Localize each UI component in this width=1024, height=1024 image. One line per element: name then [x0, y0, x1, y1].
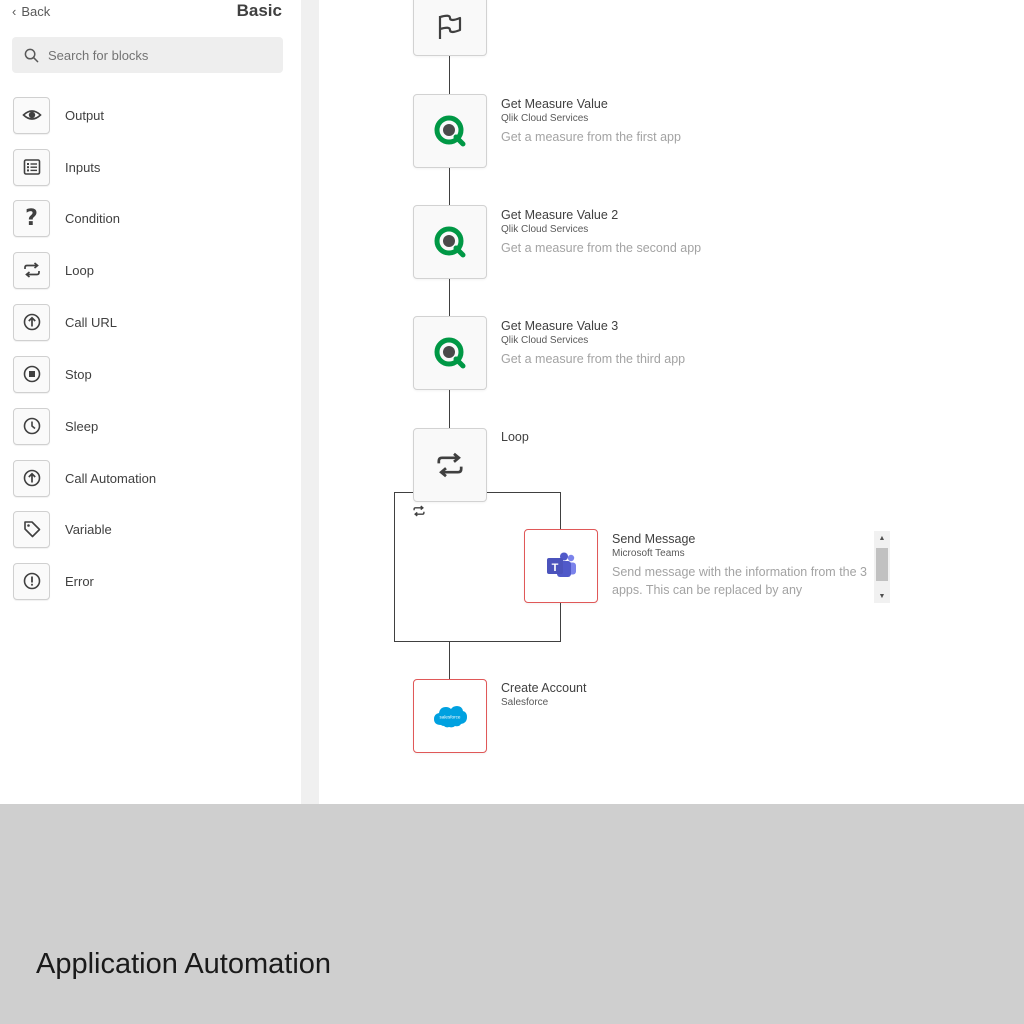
search-icon	[24, 48, 39, 62]
block-item-call-automation[interactable]: Call Automation	[13, 459, 283, 497]
block-item-error[interactable]: Error	[13, 562, 283, 600]
automation-canvas[interactable]: Get Measure Value Qlik Cloud Services Ge…	[319, 0, 1024, 804]
scrollbar-thumb[interactable]	[876, 548, 888, 581]
form-icon	[13, 148, 50, 186]
scroll-down-arrow-icon[interactable]: ▼	[874, 589, 890, 603]
node-info: Send Message Microsoft Teams Send messag…	[612, 531, 872, 599]
loop-icon	[412, 504, 426, 523]
connector-line	[449, 641, 450, 679]
loop-icon	[437, 452, 463, 478]
node-title: Get Measure Value 3	[501, 319, 619, 333]
app-window: ‹ Back Basic Output Inputs	[0, 0, 1024, 804]
node-subtitle: Qlik Cloud Services	[501, 113, 589, 124]
svg-text:T: T	[552, 562, 559, 574]
node-title: Send Message	[612, 532, 696, 546]
block-label: Output	[65, 107, 105, 123]
qlik-icon	[434, 226, 466, 258]
node-subtitle: Qlik Cloud Services	[501, 335, 589, 346]
node-description: Get a measure from the second app	[501, 241, 702, 255]
connector-line	[449, 389, 450, 428]
description-scrollbar[interactable]: ▲ ▼	[874, 531, 890, 603]
qlik-icon	[434, 115, 466, 147]
block-item-variable[interactable]: Variable	[13, 510, 283, 548]
create-account-node[interactable]: salesforce	[413, 679, 487, 753]
node-title: Get Measure Value 2	[501, 208, 619, 222]
node-info: Get Measure Value 3 Qlik Cloud Services …	[501, 318, 685, 368]
node-info: Get Measure Value 2 Qlik Cloud Services …	[501, 207, 701, 257]
node-info: Get Measure Value Qlik Cloud Services Ge…	[501, 96, 681, 146]
back-label: Back	[21, 4, 51, 19]
node-description-line: apps. This can be replaced by any	[612, 583, 803, 597]
arrow-up-circle-icon	[13, 459, 50, 497]
node-title: Loop	[501, 430, 529, 444]
start-node[interactable]	[413, 0, 487, 56]
connector-line	[449, 167, 450, 205]
node-subtitle: Salesforce	[501, 697, 549, 708]
block-label: Variable	[65, 521, 112, 537]
block-label: Call Automation	[65, 470, 157, 486]
node-info: Loop	[501, 429, 529, 445]
block-item-condition[interactable]: ? Condition	[13, 199, 283, 237]
node-title: Get Measure Value	[501, 97, 608, 111]
loop-icon	[13, 251, 50, 289]
get-measure-value-node[interactable]	[413, 94, 487, 168]
block-item-stop[interactable]: Stop	[13, 355, 283, 393]
block-item-inputs[interactable]: Inputs	[13, 148, 283, 186]
get-measure-value-2-node[interactable]	[413, 205, 487, 279]
teams-icon: T	[547, 552, 576, 577]
node-subtitle: Microsoft Teams	[612, 548, 685, 559]
get-measure-value-3-node[interactable]	[413, 316, 487, 390]
block-item-output[interactable]: Output	[13, 96, 283, 134]
block-label: Error	[65, 573, 94, 589]
tag-icon	[13, 510, 50, 548]
connector-line	[449, 56, 450, 94]
block-item-loop[interactable]: Loop	[13, 251, 283, 289]
chevron-left-icon: ‹	[12, 4, 17, 19]
panel-title: Basic	[236, 1, 282, 20]
clock-icon	[13, 407, 50, 445]
search-input[interactable]	[48, 47, 268, 63]
question-icon: ?	[13, 199, 50, 237]
caption: Application Automation	[36, 948, 332, 980]
flag-icon	[438, 14, 462, 39]
arrow-up-circle-icon	[13, 303, 50, 341]
node-subtitle: Qlik Cloud Services	[501, 224, 589, 235]
node-info: Create Account Salesforce	[501, 680, 586, 710]
block-label: Sleep	[65, 418, 99, 434]
node-description: Get a measure from the first app	[501, 130, 681, 144]
scroll-up-arrow-icon[interactable]: ▲	[874, 531, 890, 545]
back-link[interactable]: ‹ Back	[12, 4, 50, 19]
node-description-line: Send message with the information from t…	[612, 565, 867, 579]
block-library-sidebar: ‹ Back Basic Output Inputs	[0, 0, 301, 804]
salesforce-logo-text: salesforce	[440, 715, 461, 720]
node-title: Create Account	[501, 681, 587, 695]
exclamation-icon	[13, 562, 50, 600]
node-description: Get a measure from the third app	[501, 352, 686, 366]
block-label: Call URL	[65, 314, 118, 330]
send-message-node[interactable]: T	[524, 529, 598, 603]
block-label: Loop	[65, 262, 94, 278]
block-item-sleep[interactable]: Sleep	[13, 407, 283, 445]
block-item-call-url[interactable]: Call URL	[13, 303, 283, 341]
block-label: Stop	[65, 366, 92, 382]
block-label: Condition	[65, 210, 120, 226]
qlik-icon	[434, 337, 466, 369]
sidebar-divider	[301, 0, 319, 804]
connector-line	[449, 278, 450, 316]
eye-icon	[13, 96, 50, 134]
block-label: Inputs	[65, 159, 101, 175]
loop-node[interactable]	[413, 428, 487, 502]
search-box[interactable]	[12, 37, 283, 73]
stop-icon	[13, 355, 50, 393]
salesforce-icon: salesforce	[434, 706, 467, 728]
